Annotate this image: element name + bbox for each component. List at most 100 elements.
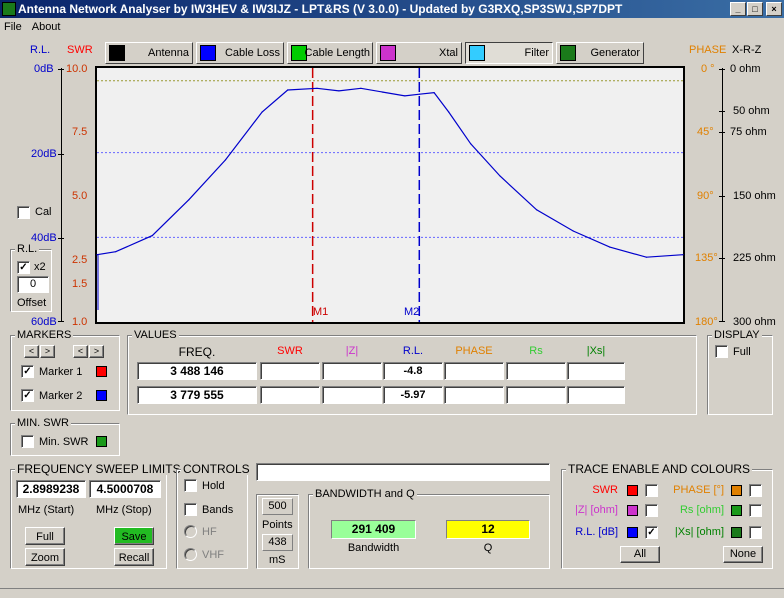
rl-trace-point [682,254,684,256]
phase-tick-label: 180° [695,316,718,328]
marker-m2-label: M2 [404,306,420,318]
tab-cable-length[interactable]: Cable Length [287,42,373,64]
swr-tick-label: 7.5 [72,126,88,138]
menu-file[interactable]: File [4,21,22,33]
vhf-label: VHF [202,549,224,561]
swr-value-2 [260,386,320,404]
sweep-start-input[interactable]: 2.8989238 [16,480,86,498]
phase-value-2 [444,386,504,404]
trace-rl-color[interactable] [627,527,638,538]
sweep-stop-input[interactable]: 4.5000708 [89,480,161,498]
sweep-stop-label: MHz (Stop) [96,504,152,516]
trace-all-button[interactable]: All [620,546,660,563]
trace-rs-checkbox[interactable] [749,504,762,517]
maximize-button[interactable]: □ [747,2,763,16]
ms-value[interactable]: 438 [262,534,293,551]
ohm-tick-label: 0 ohm [730,63,761,75]
x2-checkbox[interactable]: ✓ [17,261,30,274]
tab-generator[interactable]: Generator [556,42,644,64]
recall-button[interactable]: Recall [114,548,154,566]
window-title: Antenna Network Analyser by IW3HEV & IW3… [18,2,623,16]
marker1-checkbox[interactable]: ✓ [21,365,34,378]
tab-xtal[interactable]: Xtal [376,42,462,64]
rl-trace-point [499,175,501,177]
z-value-1 [322,362,382,380]
sweep-full-button[interactable]: Full [25,527,65,545]
marker1-color-swatch[interactable] [96,366,107,377]
trace-rl-checkbox[interactable]: ✓ [645,526,658,539]
points-value[interactable]: 500 [262,498,293,515]
save-button[interactable]: Save [114,527,154,545]
rl-trace-point [470,143,472,145]
swr-tick-label: 1.5 [72,278,88,290]
trace-none-button[interactable]: None [723,546,763,563]
trace-z-color[interactable] [627,505,638,516]
tab-filter[interactable]: Filter [465,42,553,64]
hold-checkbox[interactable] [184,479,197,492]
marker1-prev-button[interactable]: < [24,345,39,358]
cal-checkbox[interactable] [17,206,30,219]
hf-radio[interactable] [184,525,197,538]
trace-rs-color[interactable] [731,505,742,516]
trace-rl-label: R.L. [dB] [575,526,618,538]
app-icon [2,2,16,16]
rl-trace-point [224,159,227,161]
rl-trace-point [188,199,190,201]
marker2-checkbox[interactable]: ✓ [21,389,34,402]
trace-swr-color[interactable] [627,485,638,496]
swr-axis-header: SWR [67,44,93,56]
trace-z-checkbox[interactable] [645,504,658,517]
ms-label: mS [269,554,286,566]
trace-xs-color[interactable] [731,527,742,538]
xs-value-2 [567,386,625,404]
trace-group-title: TRACE ENABLE AND COLOURS [566,462,753,476]
trace-phase-color[interactable] [731,485,742,496]
xs-header: |Xs| [586,345,606,357]
rl-tick-label: 0dB [34,63,54,75]
full-display-checkbox[interactable] [715,345,728,358]
marker2-next-button[interactable]: > [89,345,104,358]
trace-xs-checkbox[interactable] [749,526,762,539]
bottom-strip [0,588,784,598]
offset-label: Offset [17,297,47,309]
marker1-label: Marker 1 [39,366,83,378]
marker-m1-label: M1 [313,306,329,318]
marker1-next-button[interactable]: > [40,345,55,358]
marker2-prev-button[interactable]: < [73,345,88,358]
trace-rs-label: Rs [ohm] [679,504,724,516]
hold-label: Hold [202,480,225,492]
axis-tick [719,321,725,322]
menu-about[interactable]: About [32,21,61,33]
vhf-radio[interactable] [184,548,197,561]
right-axis-line [722,68,723,322]
trace-phase-checkbox[interactable] [749,484,762,497]
tab-antenna[interactable]: Antenna [105,42,193,64]
axis-tick [719,196,725,197]
min-swr-color-swatch[interactable] [96,436,107,447]
trace-swr-checkbox[interactable] [645,484,658,497]
swr-header: SWR [277,345,303,357]
controls-group-title: CONTROLS [181,462,252,476]
bandwidth-value: 291 409 [331,520,416,539]
phase-tick-label: 0 ° [701,63,715,75]
trace-z-label: |Z| [ohm] [574,504,618,516]
phase-tick-label: 90° [697,190,714,202]
min-swr-checkbox[interactable] [21,435,34,448]
ohm-tick-label: 75 ohm [730,126,767,138]
offset-input[interactable]: 0 [17,276,49,293]
rl-trace-point [261,111,263,113]
rs-value-1 [506,362,566,380]
trace-swr-label: SWR [592,484,618,496]
marker2-color-swatch[interactable] [96,390,107,401]
rl-tick-label: 60dB [31,316,57,328]
bands-checkbox[interactable] [184,503,197,516]
tab-cable-loss[interactable]: Cable Loss [196,42,284,64]
rl-value-2: -5.97 [383,386,443,404]
close-button[interactable]: × [766,2,782,16]
trace-xs-label: |Xs| [ohm] [674,526,724,538]
minimize-button[interactable]: _ [730,2,746,16]
zoom-button[interactable]: Zoom [25,548,65,566]
min-swr-group-title: MIN. SWR [15,417,71,429]
rl-trace-point [96,254,98,256]
rl-header: R.L. [402,345,424,357]
